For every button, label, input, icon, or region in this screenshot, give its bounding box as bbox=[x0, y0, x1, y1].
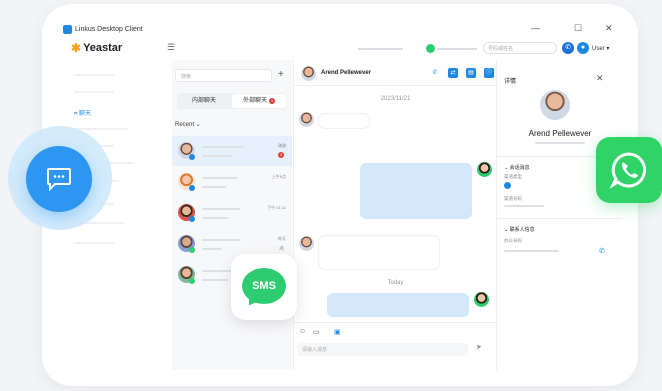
call-icon[interactable]: ✆ bbox=[430, 68, 440, 78]
conversation-item[interactable]: 刚刚 3 bbox=[172, 136, 292, 166]
close-details-icon[interactable]: ✕ bbox=[596, 73, 604, 84]
channel-type-label: 渠道类型 bbox=[504, 174, 522, 179]
conversation-status: 点 bbox=[278, 246, 284, 252]
template-icon[interactable]: ▣ bbox=[334, 328, 341, 336]
recent-filter[interactable]: Recent ⌄ bbox=[175, 121, 201, 128]
contact-name-placeholder bbox=[202, 146, 244, 148]
conversation-time: 上午9点 bbox=[271, 174, 286, 179]
agent-avatar bbox=[474, 292, 489, 307]
tab-external-chat[interactable]: 外部聊天 3 bbox=[232, 94, 286, 108]
sidebar-item-chat[interactable]: ⌗ 聊天 bbox=[74, 108, 91, 118]
maximize-button[interactable]: ☐ bbox=[574, 23, 582, 34]
conversation-list: 搜索 + 内部聊天 外部聊天 3 Recent ⌄ 刚刚 3 上午9点 下午 0… bbox=[172, 60, 292, 370]
today-separator: Today bbox=[387, 280, 404, 286]
chat-search-input[interactable]: 搜索 bbox=[175, 69, 272, 82]
top-bar: ✱ Yeastar ☰ 号码或姓名 ✆ ● User ▾ bbox=[63, 36, 622, 60]
section-contact-title[interactable]: ⌄ 联系人信息 bbox=[504, 226, 535, 233]
incoming-message bbox=[319, 114, 369, 128]
contact-subtitle-placeholder bbox=[535, 142, 585, 144]
contact-avatar-large bbox=[540, 90, 570, 120]
sidebar-item[interactable] bbox=[74, 91, 114, 93]
sidebar-item[interactable] bbox=[74, 128, 129, 130]
section-channel-title[interactable]: ⌄ 会话消息 bbox=[504, 164, 530, 171]
chat-tabs: 内部聊天 外部聊天 3 bbox=[177, 93, 287, 109]
user-menu[interactable]: User ▾ bbox=[592, 45, 609, 52]
whatsapp-icon bbox=[189, 278, 195, 284]
details-title: 详情 bbox=[504, 79, 517, 85]
date-separator: 2023/11/21 bbox=[380, 96, 411, 102]
channel-number-placeholder bbox=[504, 205, 544, 207]
sidebar-item[interactable] bbox=[74, 242, 114, 244]
window-title: Linkus Desktop Client bbox=[75, 25, 143, 33]
tab-internal-chat[interactable]: 内部聊天 bbox=[177, 93, 231, 109]
add-chat-icon[interactable]: + bbox=[278, 69, 284, 80]
message-input[interactable]: 请输入消息 bbox=[298, 343, 468, 356]
conversation-time: 昨天 bbox=[278, 236, 286, 241]
sidebar-item[interactable] bbox=[74, 74, 114, 76]
messenger-icon bbox=[189, 185, 195, 191]
logo: ✱ Yeastar bbox=[71, 41, 122, 55]
outgoing-message bbox=[360, 163, 472, 219]
dial-search-input[interactable]: 号码或姓名 bbox=[483, 42, 557, 54]
conversation-item[interactable]: 下午 01:11 bbox=[172, 198, 292, 228]
contact-name-placeholder bbox=[202, 239, 240, 241]
messenger-icon bbox=[189, 216, 195, 222]
call-office-icon[interactable]: ✆ bbox=[599, 247, 605, 255]
message-preview-placeholder bbox=[202, 279, 228, 281]
office-phone-label: 办公号码 bbox=[504, 238, 522, 243]
message-composer: ☺ ▭ ▣ 请输入消息 ➤ bbox=[294, 322, 497, 370]
app-icon bbox=[63, 24, 72, 34]
whatsapp-logo-icon bbox=[596, 137, 662, 203]
message-preview-placeholder bbox=[202, 248, 222, 250]
conversation-time: 下午 01:11 bbox=[267, 205, 286, 210]
message-preview-placeholder bbox=[202, 217, 228, 219]
close-window-button[interactable]: ✕ bbox=[605, 23, 613, 34]
minimize-button[interactable]: — bbox=[531, 23, 540, 33]
message-preview-placeholder bbox=[202, 186, 226, 188]
presence-slider-track-2 bbox=[437, 48, 477, 50]
outgoing-message bbox=[327, 293, 469, 317]
contact-avatar bbox=[301, 66, 316, 81]
agent-avatar bbox=[477, 162, 492, 177]
message-preview-placeholder bbox=[202, 155, 232, 157]
messenger-icon bbox=[504, 182, 511, 189]
emoji-icon[interactable]: ☺ bbox=[299, 328, 306, 335]
messenger-icon bbox=[189, 154, 195, 160]
chat-contact-name: Arend Pellewever bbox=[321, 70, 372, 76]
presence-slider-track bbox=[358, 48, 403, 50]
folder-icon[interactable]: ▭ bbox=[313, 328, 320, 336]
logo-text: Yeastar bbox=[83, 42, 123, 54]
contact-avatar bbox=[299, 236, 314, 251]
sms-label: SMS bbox=[242, 268, 286, 304]
chat-header: Arend Pellewever ✆ ⇄ ▤ ⓘ bbox=[294, 60, 497, 86]
channel-number-label: 渠道号码 bbox=[504, 196, 522, 201]
conversation-time: 刚刚 bbox=[278, 143, 286, 148]
send-icon[interactable]: ➤ bbox=[476, 343, 482, 351]
chat-bubble-icon bbox=[26, 146, 92, 212]
title-bar: Linkus Desktop Client — ☐ ✕ bbox=[63, 22, 622, 36]
sms-icon: SMS bbox=[231, 254, 297, 320]
whatsapp-icon bbox=[189, 247, 195, 253]
phone-icon[interactable]: ✆ bbox=[562, 42, 574, 54]
note-icon[interactable]: ▤ bbox=[466, 68, 476, 78]
user-avatar-icon[interactable]: ● bbox=[577, 42, 589, 54]
office-phone-placeholder bbox=[504, 250, 559, 252]
yeastar-logo-icon: ✱ bbox=[71, 41, 82, 55]
divider bbox=[497, 218, 622, 219]
info-icon[interactable]: ⓘ bbox=[484, 68, 494, 78]
presence-status-icon[interactable] bbox=[426, 44, 435, 53]
unread-badge: 3 bbox=[278, 152, 284, 158]
conversation-item[interactable]: 上午9点 bbox=[172, 167, 292, 197]
contact-avatar bbox=[299, 112, 314, 127]
contact-name-placeholder bbox=[202, 208, 240, 210]
chat-panel: Arend Pellewever ✆ ⇄ ▤ ⓘ 2023/11/21 Toda… bbox=[293, 60, 497, 370]
incoming-message bbox=[319, 236, 439, 269]
menu-icon[interactable]: ☰ bbox=[167, 42, 175, 53]
transfer-icon[interactable]: ⇄ bbox=[448, 68, 458, 78]
app-window: Linkus Desktop Client — ☐ ✕ ✱ Yeastar ☰ … bbox=[63, 22, 622, 370]
details-panel: 详情 ✕ Arend Pellewever ⌄ 会话消息 渠道类型 渠道号码 ⌄… bbox=[496, 60, 622, 370]
contact-name-placeholder bbox=[202, 177, 238, 179]
unread-badge: 3 bbox=[268, 98, 275, 104]
details-contact-name: Arend Pellewever bbox=[528, 129, 592, 138]
